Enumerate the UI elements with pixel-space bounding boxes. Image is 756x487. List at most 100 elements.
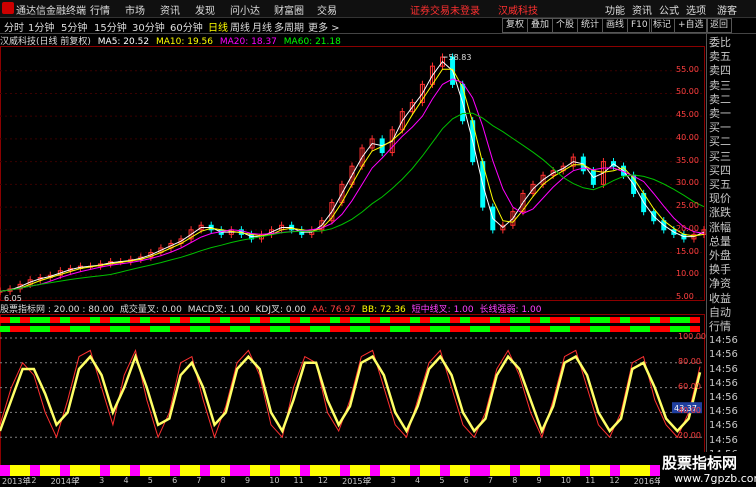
- watermark-url: www.7gpzb.com: [674, 472, 756, 485]
- signal-strip-mid: [350, 326, 360, 332]
- signal-strip-top: [580, 317, 590, 323]
- date-tick-label: 5: [147, 476, 153, 485]
- signal-strip-top: [640, 317, 650, 323]
- signal-strip-top: [320, 317, 330, 323]
- signal-strip-mid: [310, 326, 320, 332]
- bottom-signal-strip: [310, 469, 320, 473]
- signal-strip-top: [340, 317, 350, 323]
- signal-strip-mid: [450, 326, 460, 332]
- bottom-signal-strip: [210, 465, 220, 469]
- back-button[interactable]: 返回: [706, 18, 733, 33]
- bottom-signal-strip: [620, 469, 630, 473]
- bottom-signal-strip: [270, 469, 280, 473]
- bottom-signal-strip: [0, 465, 10, 469]
- bottom-signal-strip: [350, 469, 360, 473]
- signal-strip-top: [620, 317, 630, 323]
- quote-panel-item: 14:56: [709, 392, 738, 403]
- signal-strip-top: [10, 317, 20, 323]
- price-tick-label: 40.00: [676, 132, 699, 142]
- bottom-signal-strip: [500, 465, 510, 469]
- bottom-signal-strip: [280, 465, 290, 469]
- bottom-signal-strip: [250, 465, 260, 469]
- bottom-signal-strip: [430, 469, 440, 473]
- bottom-signal-strip: [370, 469, 380, 473]
- guest-label[interactable]: 游客: [717, 2, 737, 17]
- signal-strip-top: [160, 317, 170, 323]
- bottom-signal-strip: [40, 469, 50, 473]
- quote-panel-item: 外盘: [709, 249, 731, 262]
- signal-strip-mid: [490, 326, 500, 332]
- bottom-signal-strip: [20, 465, 30, 469]
- bottom-signal-strip: [560, 465, 570, 469]
- signal-strip-mid: [140, 326, 150, 332]
- bottom-signal-strip: [220, 469, 230, 473]
- signal-strip-mid: [300, 326, 310, 332]
- bottom-signal-strip: [380, 465, 390, 469]
- bottom-signal-strip: [390, 465, 400, 469]
- signal-strip-mid: [530, 326, 540, 332]
- bottom-signal-strip: [120, 465, 130, 469]
- bottom-signal-strip: [480, 469, 490, 473]
- bottom-signal-strip: [380, 469, 390, 473]
- signal-strip-top: [410, 317, 420, 323]
- bottom-signal-strip: [590, 469, 600, 473]
- signal-strip-top: [540, 317, 550, 323]
- bottom-signal-strip: [330, 465, 340, 469]
- signal-strip-mid: [570, 326, 580, 332]
- quote-panel-item: 14:56: [709, 335, 738, 347]
- signal-strip-mid: [340, 326, 350, 332]
- bottom-signal-strip: [110, 469, 120, 473]
- bottom-signal-strip: [520, 465, 530, 469]
- quote-panel-item: 买二: [709, 135, 731, 149]
- quote-panel-item: 委比: [709, 36, 731, 49]
- signal-strip-mid: [410, 326, 420, 332]
- signal-strip-top: [210, 317, 220, 323]
- bottom-signal-strip: [300, 469, 310, 473]
- signal-strip-top: [660, 317, 670, 323]
- bottom-signal-strip: [540, 469, 550, 473]
- signal-strip-mid: [290, 326, 300, 332]
- quote-panel-item: 买一: [709, 121, 731, 135]
- signal-strip-mid: [540, 326, 550, 332]
- bottom-signal-strip: [650, 469, 660, 473]
- signal-strip-top: [240, 317, 250, 323]
- price-tick-label: 35.00: [676, 155, 699, 165]
- bottom-signal-strip: [180, 469, 190, 473]
- date-tick-label: 7: [196, 476, 202, 485]
- price-tick-label: 55.00: [676, 64, 699, 74]
- signal-strip-mid: [390, 326, 400, 332]
- bottom-signal-strip: [290, 465, 300, 469]
- signal-strip-mid: [440, 326, 450, 332]
- chart-canvas[interactable]: 58.836.0543.37: [0, 0, 706, 476]
- date-tick-label: 12: [609, 476, 620, 485]
- signal-strip-mid: [10, 326, 20, 332]
- bottom-signal-strip: [250, 469, 260, 473]
- bottom-signal-strip: [260, 465, 270, 469]
- bottom-signal-strip: [540, 465, 550, 469]
- date-tick-label: 2: [366, 476, 372, 485]
- signal-strip-mid: [620, 326, 630, 332]
- signal-strip-mid: [600, 326, 610, 332]
- price-tick-label: 5.00: [676, 292, 694, 301]
- signal-strip-mid: [160, 326, 170, 332]
- signal-strip-top: [490, 317, 500, 323]
- bottom-signal-strip: [30, 469, 40, 473]
- bottom-signal-strip: [200, 465, 210, 469]
- bottom-signal-strip: [230, 469, 240, 473]
- watermark-title: 股票指标网: [662, 454, 738, 472]
- quote-panel-item: 卖三: [709, 78, 731, 92]
- signal-strip-mid: [630, 326, 640, 332]
- bottom-signal-strip: [190, 465, 200, 469]
- bottom-signal-strip: [530, 465, 540, 469]
- signal-strip-mid: [20, 326, 30, 332]
- signal-strip-top: [190, 317, 200, 323]
- signal-strip-mid: [80, 326, 90, 332]
- bottom-signal-strip: [580, 465, 590, 469]
- date-tick-label: 6: [172, 476, 178, 485]
- date-tick-label: 12: [26, 476, 37, 485]
- signal-strip-top: [90, 317, 100, 323]
- indicator-tick-label: 60.00: [678, 381, 701, 391]
- price-tick-label: 15.00: [676, 246, 699, 256]
- signal-strip-mid: [260, 326, 270, 332]
- signal-strip-top: [380, 317, 390, 323]
